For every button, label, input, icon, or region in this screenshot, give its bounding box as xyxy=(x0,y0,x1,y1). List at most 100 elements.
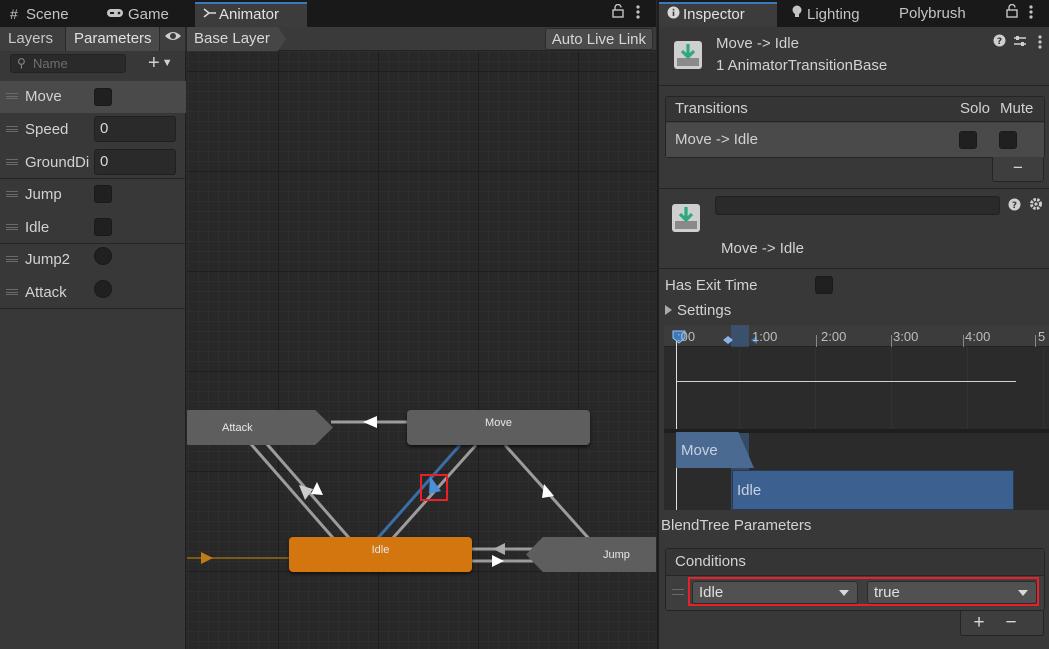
weight-curve xyxy=(676,381,1016,382)
transition-arrow-icon xyxy=(363,416,377,428)
parameter-row-jump2[interactable]: Jump2 xyxy=(0,244,186,276)
parameter-name: Move xyxy=(25,88,62,105)
kebab-menu-icon[interactable] xyxy=(1037,34,1043,54)
timeline-tick-label: 1:00 xyxy=(752,329,778,344)
blendtree-parameters-label: BlendTree Parameters xyxy=(661,517,812,534)
preset-icon[interactable] xyxy=(1013,34,1027,51)
entry-arrow-icon xyxy=(201,552,213,564)
parameter-trigger-radio[interactable] xyxy=(94,280,112,298)
foldout-arrow-icon[interactable] xyxy=(665,305,672,315)
help-icon[interactable]: ? xyxy=(1008,198,1021,214)
settings-foldout[interactable]: Settings xyxy=(677,302,731,319)
divider xyxy=(0,308,186,309)
timeline-tick-label: 4:00 xyxy=(965,329,991,344)
parameter-name: Jump xyxy=(25,186,62,203)
remove-condition-button[interactable]: − xyxy=(1000,611,1022,635)
drag-handle-icon[interactable] xyxy=(6,289,18,295)
parameter-search-input[interactable]: ⚲ Name xyxy=(10,54,126,73)
drag-handle-icon[interactable] xyxy=(6,126,18,132)
idle-clip-bar[interactable] xyxy=(732,470,1014,510)
inspector-subtitle: 1 AnimatorTransitionBase xyxy=(716,57,888,74)
transition-name-label: Move -> Idle xyxy=(721,240,804,257)
mute-checkbox[interactable] xyxy=(999,131,1017,149)
transition-arrow-icon xyxy=(542,484,554,498)
parameter-name: Speed xyxy=(25,121,69,138)
tab-game[interactable]: Game xyxy=(98,2,190,27)
tab-inspector[interactable]: Inspector xyxy=(659,2,777,27)
parameter-name: Attack xyxy=(25,284,67,301)
transition-name-input[interactable] xyxy=(715,196,1000,215)
parameter-name: GroundDi xyxy=(25,154,90,171)
inspector-window: Inspector Lighting Polybrush Move -> Idl… xyxy=(657,0,1049,649)
tab-animator[interactable]: Animator xyxy=(195,2,307,27)
has-exit-time-label: Has Exit Time xyxy=(665,277,758,294)
divider xyxy=(659,188,1049,189)
drag-handle-icon[interactable] xyxy=(6,93,18,99)
subtab-layers[interactable]: Layers xyxy=(0,27,66,51)
animator-icon xyxy=(203,4,219,25)
drag-handle-icon[interactable] xyxy=(6,159,18,165)
add-parameter-button[interactable]: + ▼ xyxy=(148,53,173,76)
subtab-parameters[interactable]: Parameters xyxy=(66,27,160,51)
breadcrumb[interactable]: Base Layer xyxy=(187,27,286,51)
state-node-idle[interactable]: Idle xyxy=(289,537,472,572)
animator-window: # Scene Game Animator Layers Parameters ⚲… xyxy=(0,0,656,649)
transition-detail-icon xyxy=(671,203,701,237)
help-icon[interactable]: ? xyxy=(993,34,1006,50)
parameter-bool-checkbox[interactable] xyxy=(94,218,112,236)
transitions-list: Transitions Solo Mute Move -> Idle xyxy=(665,96,1045,158)
parameter-row-grounddi[interactable]: GroundDi 0 xyxy=(0,147,186,179)
state-node-jump[interactable]: Jump xyxy=(526,537,656,572)
kebab-menu-icon[interactable] xyxy=(635,4,641,24)
transition-timeline[interactable]: Move Idle :00 1:00 2:00 3:00 4:00 5 xyxy=(664,325,1049,510)
parameter-float-field[interactable]: 0 xyxy=(94,116,176,142)
has-exit-time-checkbox[interactable] xyxy=(815,276,833,294)
transition-start-marker-icon[interactable] xyxy=(722,332,734,349)
remove-transition-button[interactable]: − xyxy=(992,157,1044,182)
parameter-float-field[interactable]: 0 xyxy=(94,149,176,175)
drag-handle-icon[interactable] xyxy=(6,256,18,262)
auto-live-link-button[interactable]: Auto Live Link xyxy=(544,28,653,50)
state-node-move[interactable]: Move xyxy=(407,410,590,445)
graph-header: Base Layer Auto Live Link xyxy=(187,27,656,51)
transition-arrow-icon xyxy=(493,543,505,555)
gamepad-icon xyxy=(106,2,128,26)
state-machine-graph[interactable]: Attack Move Idle Jump xyxy=(187,27,656,649)
parameter-bool-checkbox[interactable] xyxy=(94,88,112,106)
parameter-bool-checkbox[interactable] xyxy=(94,185,112,203)
timeline-curve-area xyxy=(664,347,1049,433)
tab-lighting[interactable]: Lighting xyxy=(783,2,887,27)
lock-icon[interactable] xyxy=(1006,3,1018,22)
add-condition-button[interactable]: + xyxy=(968,611,990,635)
transitions-header-label: Transitions xyxy=(675,100,748,117)
mute-header-label: Mute xyxy=(1000,100,1034,117)
parameter-name: Idle xyxy=(25,219,50,236)
parameter-row-idle[interactable]: Idle xyxy=(0,212,186,244)
tab-polybrush[interactable]: Polybrush xyxy=(891,2,991,27)
idle-clip-label: Idle xyxy=(737,482,762,499)
tick-mark xyxy=(1035,335,1036,347)
search-icon: ⚲ xyxy=(17,56,26,70)
parameter-trigger-radio[interactable] xyxy=(94,247,112,265)
divider xyxy=(659,85,1049,86)
solo-checkbox[interactable] xyxy=(959,131,977,149)
grid-icon: # xyxy=(10,6,18,22)
drag-handle-icon[interactable] xyxy=(6,224,18,230)
state-node-attack[interactable]: Attack xyxy=(187,410,333,445)
lock-icon[interactable] xyxy=(612,3,624,22)
playhead[interactable] xyxy=(676,337,677,510)
tab-scene[interactable]: # Scene xyxy=(2,2,92,27)
parameter-row-attack[interactable]: Attack xyxy=(0,277,186,309)
parameter-row-speed[interactable]: Speed 0 xyxy=(0,114,186,146)
eye-icon[interactable] xyxy=(160,27,186,51)
highlight-box xyxy=(420,474,448,501)
timeline-tick-label: :00 xyxy=(677,329,696,344)
svg-text:?: ? xyxy=(997,37,1002,47)
gear-icon[interactable] xyxy=(1029,197,1043,214)
kebab-menu-icon[interactable] xyxy=(1028,4,1034,24)
drag-handle-icon[interactable] xyxy=(672,589,684,595)
drag-handle-icon[interactable] xyxy=(6,191,18,197)
parameter-row-jump[interactable]: Jump xyxy=(0,179,186,211)
highlight-box xyxy=(688,577,1039,606)
parameter-row-move[interactable]: Move xyxy=(0,81,186,113)
